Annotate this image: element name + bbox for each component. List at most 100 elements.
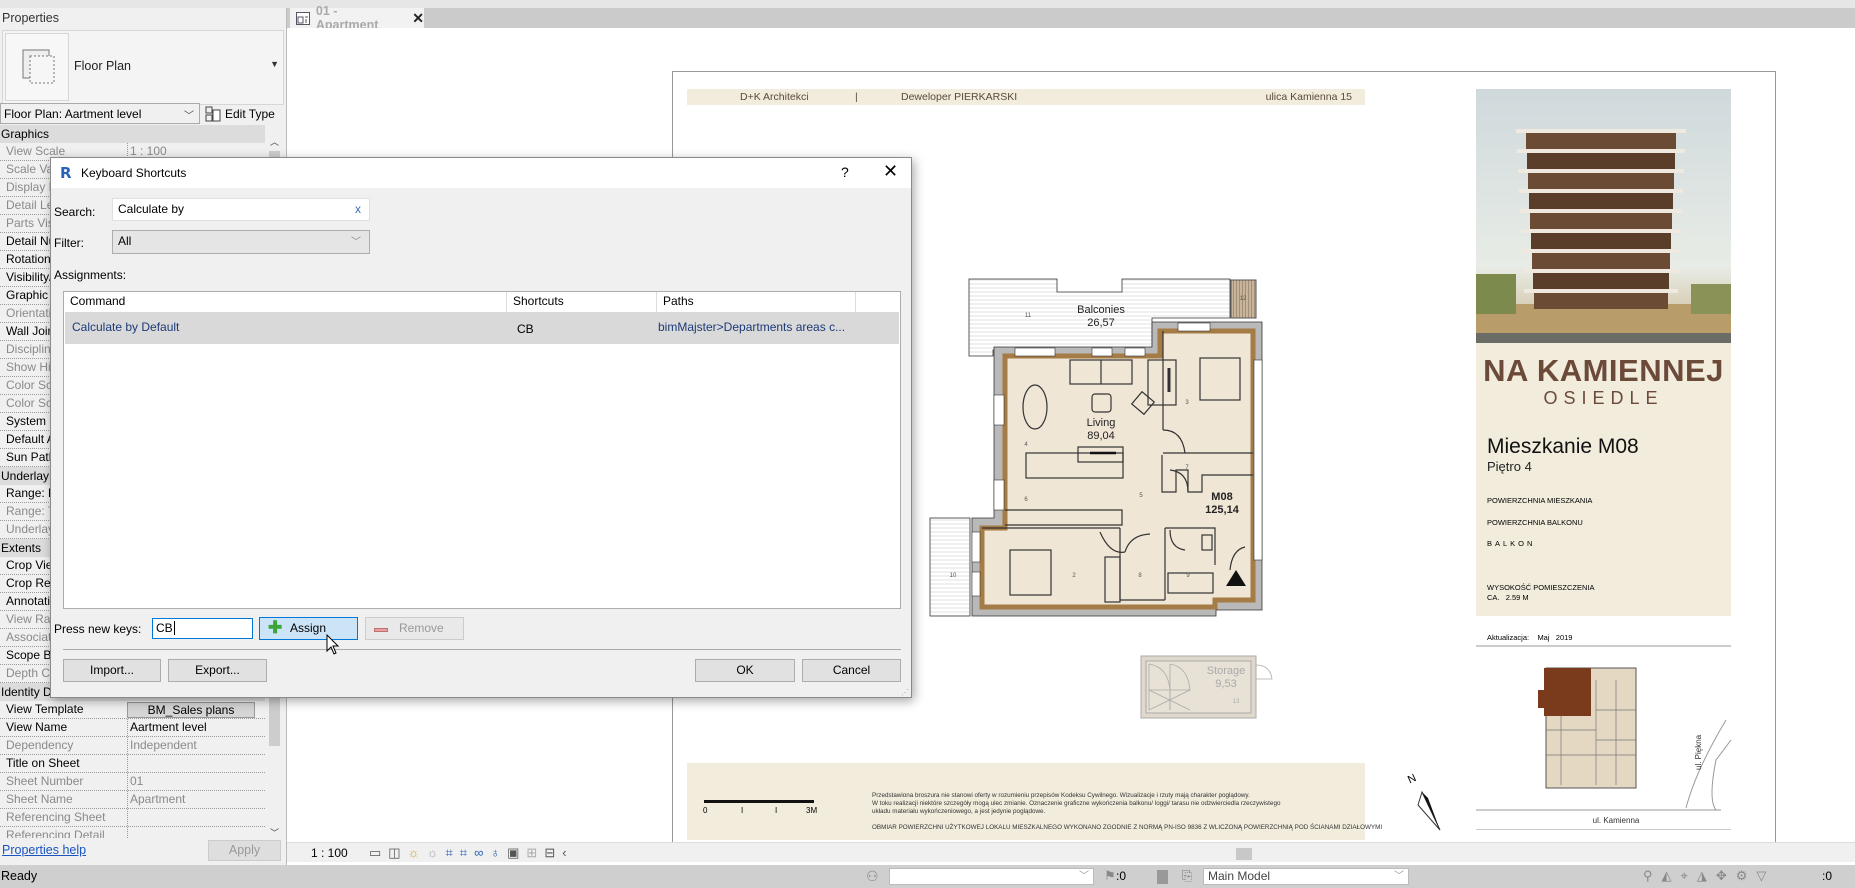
background-process-icon[interactable]: ⚙ <box>1736 868 1748 884</box>
scale-start: 0 <box>703 806 708 815</box>
remove-button[interactable]: Remove <box>365 617 464 640</box>
close-tab-icon[interactable]: ✕ <box>412 10 424 27</box>
assign-button[interactable]: ✚ Assign <box>259 617 358 640</box>
workset-dropdown[interactable]: ﹀ <box>889 868 1094 885</box>
close-dialog-button[interactable]: ✕ <box>883 161 898 182</box>
property-value: Apartment <box>127 791 255 808</box>
building-facade <box>1526 133 1676 149</box>
address: ulica Kamienna 15 <box>1265 91 1352 103</box>
developer-name: Deweloper PIERKARSKI <box>901 91 1018 103</box>
assignments-label: Assignments: <box>54 268 127 282</box>
filter-icon[interactable]: ▽ <box>1756 868 1766 884</box>
top-strip <box>0 0 1855 8</box>
keyboard-shortcuts-dialog: R Keyboard Shortcuts ? ✕ Search: Calcula… <box>50 157 912 698</box>
drag-elements-icon[interactable]: ✥ <box>1716 868 1727 884</box>
building-facade <box>1533 273 1669 289</box>
select-pinned-icon[interactable]: ⌖ <box>1681 868 1688 884</box>
disclaimer-line: Przedstawiona broszura nie stanowi ofert… <box>872 792 1250 799</box>
selection-icons: ⚲ ◭ ⌖ ◮ ✥ ⚙ ▽ <box>1643 868 1766 884</box>
view-tab-bar: 01 - Apartment ✕ <box>287 4 1855 32</box>
press-new-keys-value: CB <box>156 621 173 635</box>
horizontal-scroll-thumb[interactable] <box>1236 848 1252 860</box>
crop-view-off-icon[interactable]: ⌗ <box>445 845 452 861</box>
column-header-paths[interactable]: Paths <box>657 292 856 312</box>
property-row[interactable]: View Template BM_Sales plans <box>0 701 265 719</box>
building-facade <box>1527 153 1675 169</box>
constraints-icon[interactable]: ⊟ <box>544 845 555 861</box>
search-input[interactable]: Calculate by x <box>112 198 370 221</box>
view-scale-button[interactable]: 1 : 100 <box>311 846 348 860</box>
temporary-hide-icon[interactable]: ∞ <box>474 845 483 861</box>
property-row[interactable]: View Name Aartment level <box>0 719 265 737</box>
sun-path-off-icon[interactable]: ☼ <box>408 845 420 861</box>
view-template-button[interactable]: BM_Sales plans <box>127 702 255 718</box>
crop-region-icon[interactable]: ⌗ <box>460 845 467 861</box>
property-row[interactable]: Sheet Number 01 <box>0 773 265 791</box>
instance-selector-dropdown[interactable]: Floor Plan: Aartment level ﹀ <box>0 103 200 124</box>
filter-count: :0 <box>1822 869 1833 883</box>
property-row[interactable]: Sheet Name Apartment <box>0 791 265 809</box>
resize-grip-icon[interactable]: ⋰ <box>901 688 909 697</box>
worksets-icon[interactable]: ⚇ <box>866 868 879 885</box>
tab-01-apartment[interactable]: 01 - Apartment ✕ <box>290 4 424 32</box>
press-new-keys-label: Press new keys: <box>54 622 142 636</box>
scroll-down-icon[interactable]: ﹀ <box>270 826 279 839</box>
type-selector[interactable]: Floor Plan ▼ <box>2 30 284 105</box>
building-floor-slab <box>1518 169 1684 173</box>
collapse-icon[interactable]: ‹ <box>562 845 566 861</box>
select-links-icon[interactable]: ⚲ <box>1643 868 1653 884</box>
scroll-up-icon[interactable]: ︿ <box>270 135 279 148</box>
floor-plan-type-icon <box>5 33 69 101</box>
visual-style-icon[interactable]: ◫ <box>388 845 400 861</box>
property-row[interactable]: Referencing Sheet <box>0 809 265 827</box>
detail-level-icon[interactable]: ▭ <box>369 845 381 861</box>
dialog-title: Keyboard Shortcuts <box>81 166 187 180</box>
filter-dropdown[interactable]: All ﹀ <box>112 230 370 254</box>
minus-icon <box>374 628 388 632</box>
column-header-command[interactable]: Command <box>64 292 507 312</box>
reveal-hidden-icon[interactable]: ♁ <box>490 845 500 861</box>
type-dropdown-caret-icon[interactable]: ▼ <box>270 59 279 69</box>
design-options-icon[interactable]: ⚑ <box>1104 868 1116 884</box>
property-name: Sheet Number <box>6 774 84 788</box>
property-name: View Template <box>6 702 84 716</box>
shadows-off-icon[interactable]: ☼ <box>427 845 439 861</box>
building-floor-slab <box>1521 229 1681 233</box>
table-row[interactable]: Calculate by Default CB bimMajster>Depar… <box>65 312 899 344</box>
property-row[interactable]: Dependency Independent <box>0 737 265 755</box>
building-facade <box>1529 193 1673 209</box>
brand-title: NA KAMIENNEJ <box>1483 353 1724 388</box>
lock-view-icon[interactable]: ▣ <box>507 845 519 861</box>
room-number: 11 <box>1025 313 1032 319</box>
property-value <box>127 809 255 826</box>
status-bar: Ready ⚇ ﹀ ⚑ :0 ⎘ Main Model ﹀ ⚲ ◭ ⌖ ◮ ✥ ⚙… <box>0 865 1855 888</box>
norm-note: OBMIAR POWIERZCHNI UŻYTKOWEJ LOKALU MIES… <box>872 824 1383 831</box>
properties-help-link[interactable]: Properties help <box>2 843 86 857</box>
column-header-shortcuts[interactable]: Shortcuts <box>507 292 657 312</box>
scale-end: 3M <box>806 806 818 815</box>
select-underlay-icon[interactable]: ◭ <box>1662 868 1672 884</box>
property-row[interactable]: Title on Sheet <box>0 755 265 773</box>
apply-button[interactable]: Apply <box>208 840 281 861</box>
select-by-face-icon[interactable]: ◮ <box>1697 868 1707 884</box>
property-row[interactable]: Referencing Detail <box>0 827 265 838</box>
search-value: Calculate by <box>118 202 185 216</box>
editable-only-icon[interactable] <box>1157 870 1168 884</box>
ok-button[interactable]: OK <box>695 659 795 682</box>
export-button[interactable]: Export... <box>168 659 267 682</box>
property-group-header[interactable]: Graphics <box>0 125 265 143</box>
exclude-options-icon[interactable]: ⎘ <box>1182 868 1192 884</box>
balconies-label: Balconies <box>1077 304 1125 316</box>
analytical-model-icon[interactable]: ⊞ <box>526 845 537 861</box>
cancel-button[interactable]: Cancel <box>802 659 901 682</box>
property-name: Referencing Sheet <box>6 810 106 824</box>
import-button[interactable]: Import... <box>63 659 161 682</box>
clear-search-icon[interactable]: x <box>355 202 361 216</box>
instance-selector-value: Floor Plan: Aartment level <box>4 107 142 121</box>
edit-type-button[interactable]: Edit Type <box>205 103 275 124</box>
sheet-header-band: D+K Architekci | Deweloper PIERKARSKI ul… <box>687 89 1365 105</box>
press-new-keys-input[interactable]: CB <box>152 618 253 639</box>
building-facade <box>1532 253 1670 269</box>
model-dropdown[interactable]: Main Model ﹀ <box>1203 868 1409 885</box>
help-button[interactable]: ? <box>841 164 849 180</box>
